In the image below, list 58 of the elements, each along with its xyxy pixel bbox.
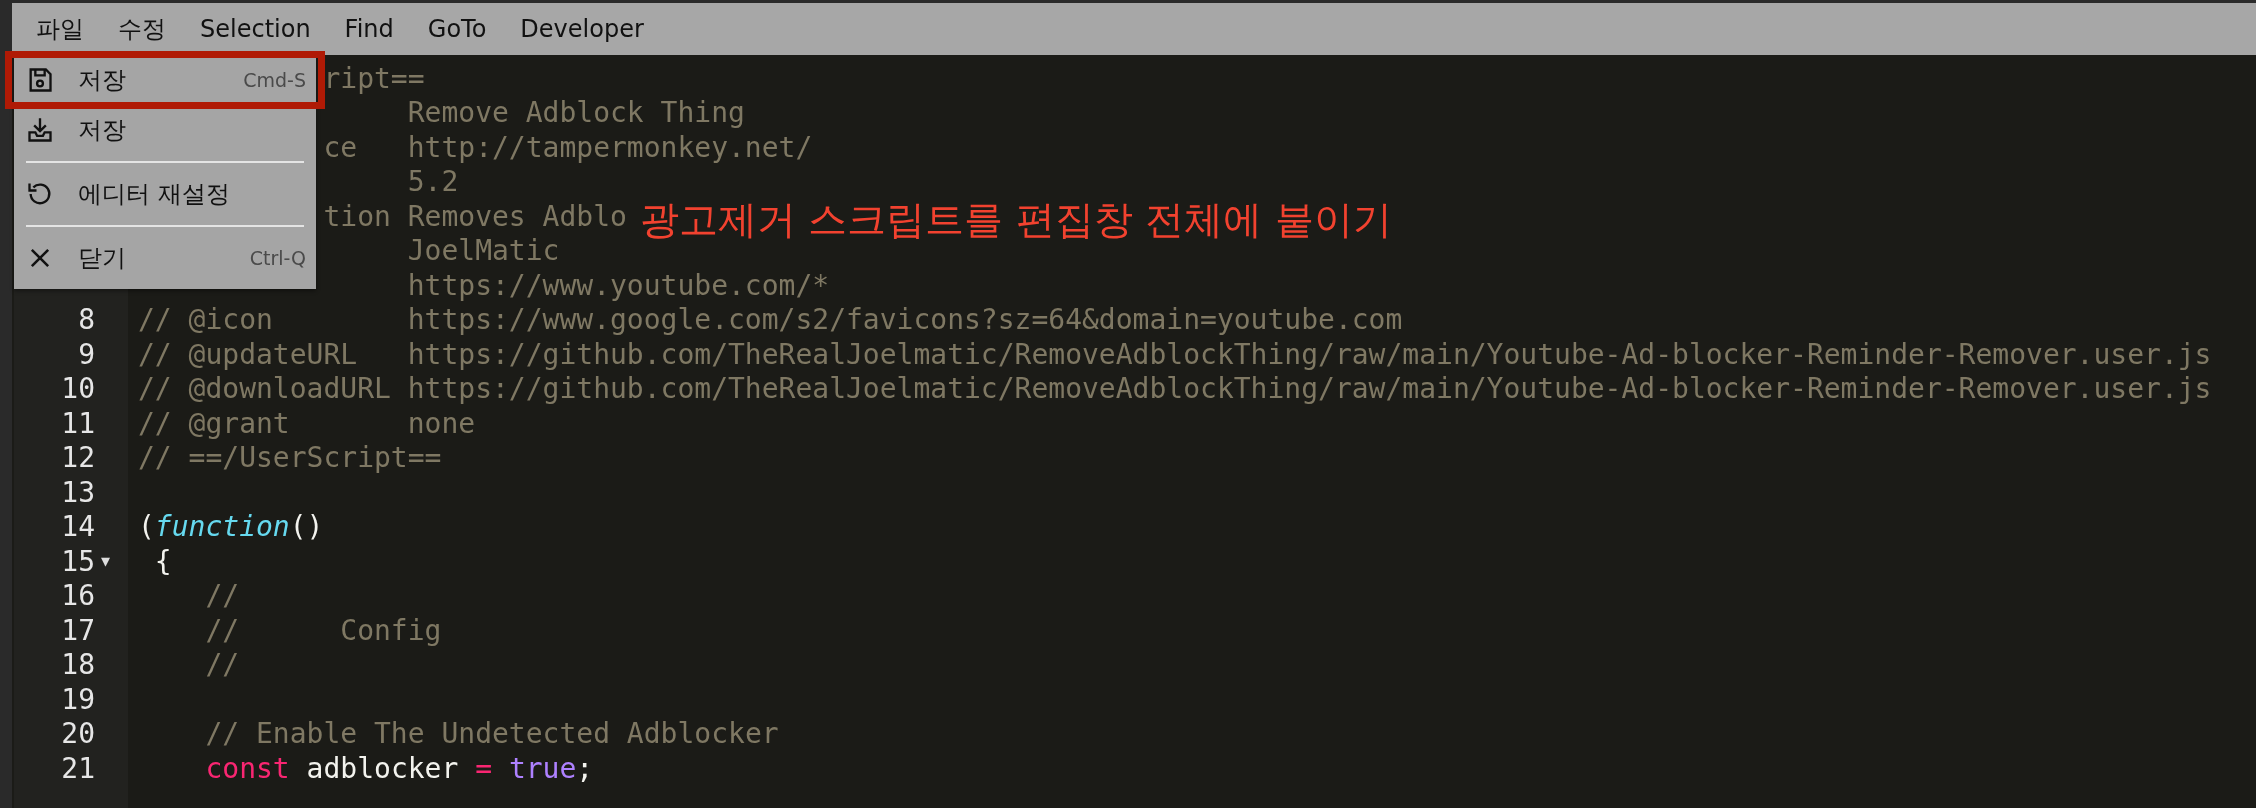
code-text: 5.2 <box>407 165 459 199</box>
code-text: function <box>154 510 290 544</box>
code-text: none <box>407 406 476 440</box>
menu-item[interactable]: 저장 <box>14 105 316 155</box>
code-text: { <box>154 544 172 578</box>
line-number: 13 <box>60 475 95 509</box>
code-text: Removes Adblo <box>407 199 627 233</box>
code-text: = <box>475 751 493 785</box>
menu-item[interactable]: 저장 Cmd-S <box>9 55 321 105</box>
code-text: adblocker <box>306 751 460 785</box>
code-text: // <box>205 579 240 613</box>
code-text: ce <box>323 130 358 164</box>
line-number: 21 <box>60 751 95 785</box>
download-tray-icon <box>26 116 54 144</box>
code-text: ript== <box>323 61 425 95</box>
code-text: // @updateURL <box>138 337 359 371</box>
menu-title[interactable]: Selection <box>186 9 325 49</box>
code-text: https://www.youtube.com/* <box>407 268 830 302</box>
menu-item[interactable]: 에디터 재설정 <box>14 169 316 219</box>
line-number: 17 <box>60 613 95 647</box>
menu-title[interactable]: Developer <box>506 9 658 49</box>
code-text: // @icon <box>138 303 274 337</box>
line-number: 14 <box>60 510 95 544</box>
code-text: // ==/UserScript== <box>138 441 442 475</box>
code-text: http://tampermonkey.net/ <box>407 130 813 164</box>
line-number: 15 <box>60 544 95 578</box>
line-number: 18 <box>60 648 95 682</box>
code-text: ( <box>138 510 155 544</box>
code-text: () <box>289 510 324 544</box>
code-text: // @grant <box>138 406 291 440</box>
code-text: const <box>205 751 290 785</box>
menu-title[interactable]: 수정 <box>104 7 180 51</box>
line-number: 10 <box>60 372 95 406</box>
code-text: https://github.com/TheRealJoelmatic/RemoveAdblockThing/raw/main/Youtube-Ad-blocker-Reminder-Remover.user.js <box>407 337 2212 371</box>
line-number: 11 <box>60 406 95 440</box>
line-number: 16 <box>60 579 95 613</box>
code-text: tion <box>323 199 391 233</box>
code-text: https://www.google.com/s2/favicons?sz=64&domain=youtube.com <box>407 303 1403 337</box>
code-text: https://github.com/TheRealJoelmatic/RemoveAdblockThing/raw/main/Youtube-Ad-blocker-Reminder-Remover.user.js <box>407 372 2212 406</box>
code-text: JoelMatic <box>407 234 560 268</box>
code-text: // <box>205 648 240 682</box>
code-text: // Config <box>205 613 442 647</box>
line-number: 12 <box>60 441 95 475</box>
line-number: 20 <box>60 717 95 751</box>
annotation-text: 광고제거 스크립트를 편집창 전체에 붙이기 <box>640 196 1392 244</box>
code-text: Remove Adblock Thing <box>407 96 745 130</box>
menu-title[interactable]: GoTo <box>413 9 501 49</box>
fold-toggle[interactable]: ▼ <box>101 552 111 571</box>
menu-title[interactable]: 파일 <box>22 7 98 51</box>
code-text: true <box>508 751 577 785</box>
code-text: // @downloadURL <box>138 372 392 406</box>
menu-title[interactable]: Find <box>330 9 408 49</box>
line-number: 19 <box>60 682 95 716</box>
line-number: 9 <box>77 337 95 371</box>
code-text: // Enable The Undetected Adblocker <box>205 717 779 751</box>
menu-item[interactable]: 닫기 Ctrl-Q <box>14 233 316 283</box>
code-text: ; <box>576 751 594 785</box>
line-number: 8 <box>77 303 95 337</box>
